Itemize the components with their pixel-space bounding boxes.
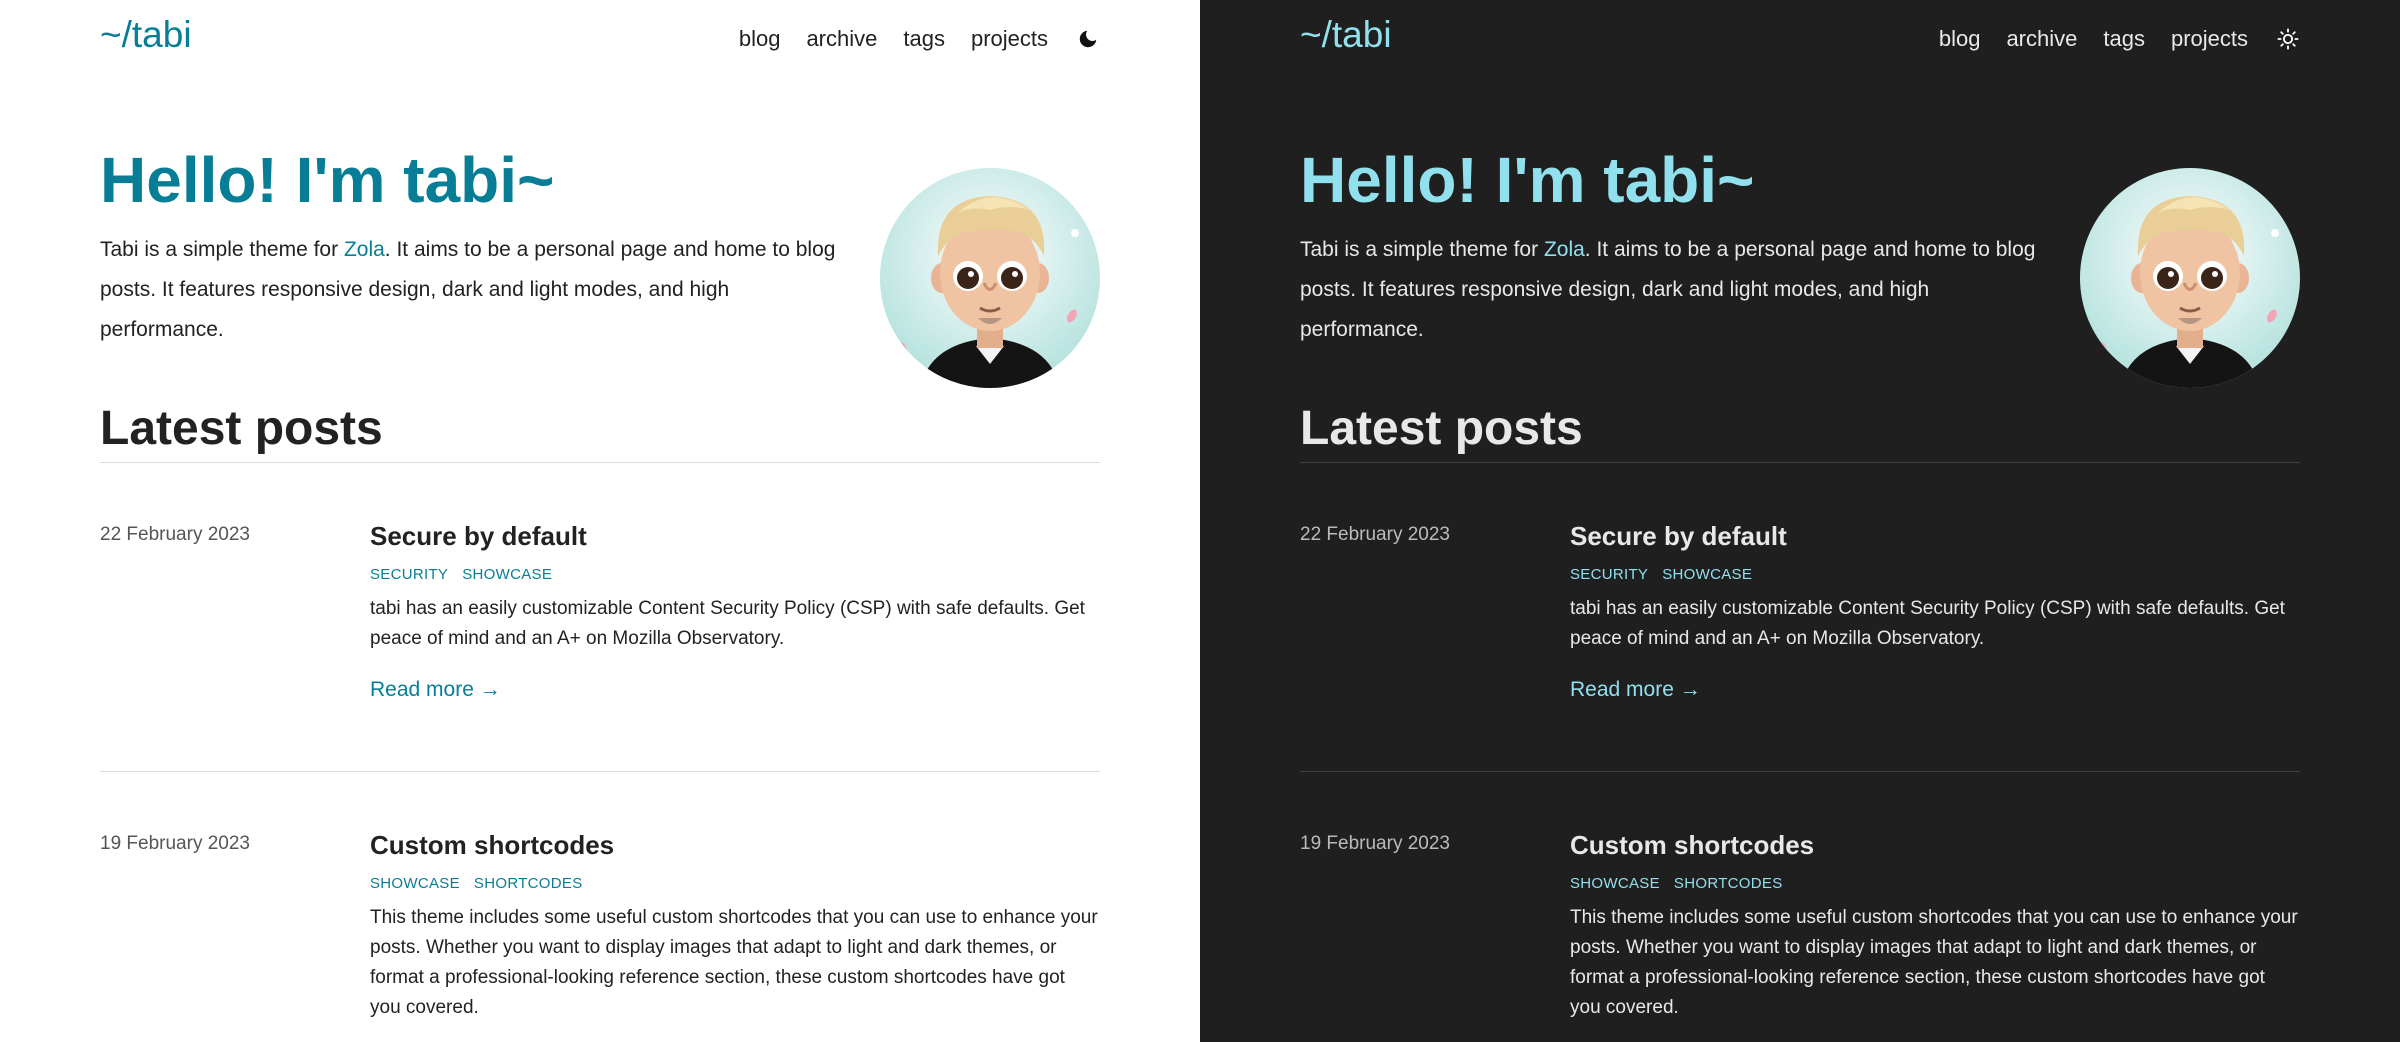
tag-security[interactable]: SECURITY [1570,566,1648,583]
tag-showcase[interactable]: SHOWCASE [370,875,460,892]
post-date: 19 February 2023 [1300,833,1450,854]
read-more-link[interactable]: Read more → [1570,678,1701,702]
post-tags: SECURITY SHOWCASE [1570,566,1766,583]
latest-posts-heading: Latest posts [100,402,383,455]
post-tags: SHOWCASE SHORTCODES [1570,875,1797,892]
tag-showcase[interactable]: SHOWCASE [1662,566,1752,583]
tag-showcase[interactable]: SHOWCASE [462,566,552,583]
section-divider [1300,462,2300,463]
tag-shortcodes[interactable]: SHORTCODES [1674,875,1783,892]
avatar [2080,168,2300,388]
theme-toggle-button[interactable] [1076,27,1100,51]
hero-title: Hello! I'm tabi~ [1300,144,1755,216]
post-title[interactable]: Custom shortcodes [1570,827,1814,863]
tag-shortcodes[interactable]: SHORTCODES [474,875,583,892]
post-summary: tabi has an easily customizable Content … [1570,598,2285,649]
post-summary: tabi has an easily customizable Content … [370,598,1085,649]
hero-title: Hello! I'm tabi~ [100,144,555,216]
post-tags: SHOWCASE SHORTCODES [370,875,597,892]
nav-projects[interactable]: projects [2171,26,2248,52]
sun-icon [2277,28,2299,50]
dark-theme-pane: ~/tabi blog archive tags projects Hello!… [1200,0,2400,1042]
post-divider [1300,771,2300,772]
tag-showcase[interactable]: SHOWCASE [1570,875,1660,892]
intro-text: Tabi is a simple theme for Zola. It aims… [100,238,836,341]
post-date: 22 February 2023 [1300,524,1450,545]
nav-archive[interactable]: archive [806,26,877,52]
post-summary: This theme includes some useful custom s… [1570,907,2298,1018]
avatar [880,168,1100,388]
nav-blog[interactable]: blog [1939,26,1981,52]
post-date: 22 February 2023 [100,524,250,545]
main-nav: blog archive tags projects [1913,26,2300,52]
zola-link[interactable]: Zola [1544,238,1585,261]
theme-toggle-button[interactable] [2276,27,2300,51]
section-divider [100,462,1100,463]
nav-tags[interactable]: tags [2103,26,2145,52]
post-title[interactable]: Secure by default [370,518,587,554]
main-nav: blog archive tags projects [713,26,1100,52]
nav-archive[interactable]: archive [2006,26,2077,52]
intro-text: Tabi is a simple theme for Zola. It aims… [1300,238,2036,341]
nav-projects[interactable]: projects [971,26,1048,52]
post-title[interactable]: Secure by default [1570,518,1787,554]
light-theme-pane: ~/tabi blog archive tags projects Hello!… [0,0,1200,1042]
read-more-link[interactable]: Read more → [370,678,501,702]
post-tags: SECURITY SHOWCASE [370,566,566,583]
post-date: 19 February 2023 [100,833,250,854]
nav-tags[interactable]: tags [903,26,945,52]
post-summary: This theme includes some useful custom s… [370,907,1098,1018]
site-logo[interactable]: ~/tabi [100,14,192,56]
nav-blog[interactable]: blog [739,26,781,52]
tag-security[interactable]: SECURITY [370,566,448,583]
post-divider [100,771,1100,772]
moon-icon [1079,30,1097,48]
zola-link[interactable]: Zola [344,238,385,261]
site-logo[interactable]: ~/tabi [1300,14,1392,56]
post-title[interactable]: Custom shortcodes [370,827,614,863]
latest-posts-heading: Latest posts [1300,402,1583,455]
